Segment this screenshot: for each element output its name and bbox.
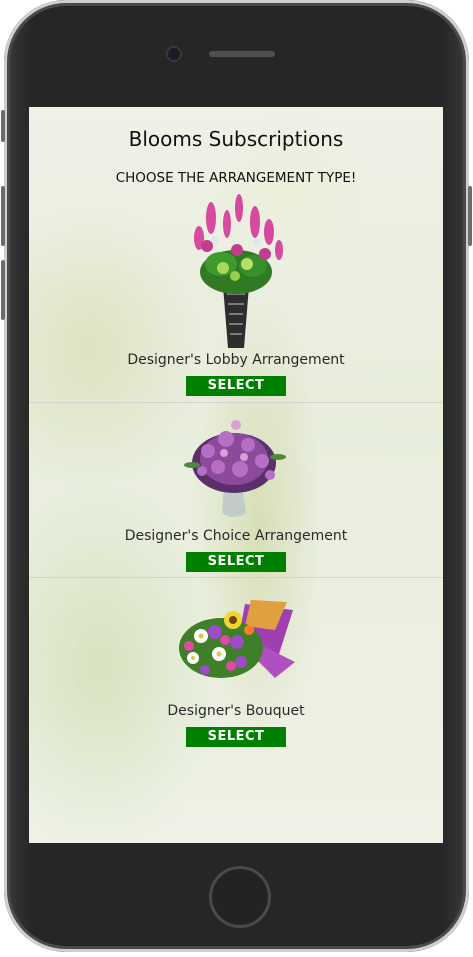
select-choice-button[interactable]: SELECT (186, 552, 286, 572)
earpiece-speaker (209, 51, 275, 57)
page-subtitle: CHOOSE THE ARRANGEMENT TYPE! (115, 170, 357, 186)
power-button (468, 186, 472, 246)
mute-switch (1, 110, 5, 142)
product-name: Designer's Bouquet (167, 703, 305, 719)
product-card-lobby: Designer's Lobby Arrangement SELECT (29, 194, 443, 402)
product-card-choice: Designer's Choice Arrangement SELECT (29, 402, 443, 578)
product-name: Designer's Choice Arrangement (124, 528, 348, 544)
select-bouquet-button[interactable]: SELECT (186, 727, 286, 747)
product-name: Designer's Lobby Arrangement (127, 352, 345, 368)
select-lobby-button[interactable]: SELECT (186, 376, 286, 396)
page-title: Blooms Subscriptions (128, 127, 344, 151)
choice-arrangement-image (184, 420, 286, 517)
volume-up-button (1, 186, 5, 246)
app-screen: Blooms Subscriptions CHOOSE THE ARRANGEM… (29, 107, 443, 843)
front-camera-icon (168, 48, 180, 60)
bouquet-image (179, 600, 295, 678)
product-card-bouquet: Designer's Bouquet SELECT (29, 577, 443, 753)
volume-down-button (1, 260, 5, 320)
lobby-arrangement-image (194, 194, 283, 348)
home-button[interactable] (209, 866, 271, 928)
